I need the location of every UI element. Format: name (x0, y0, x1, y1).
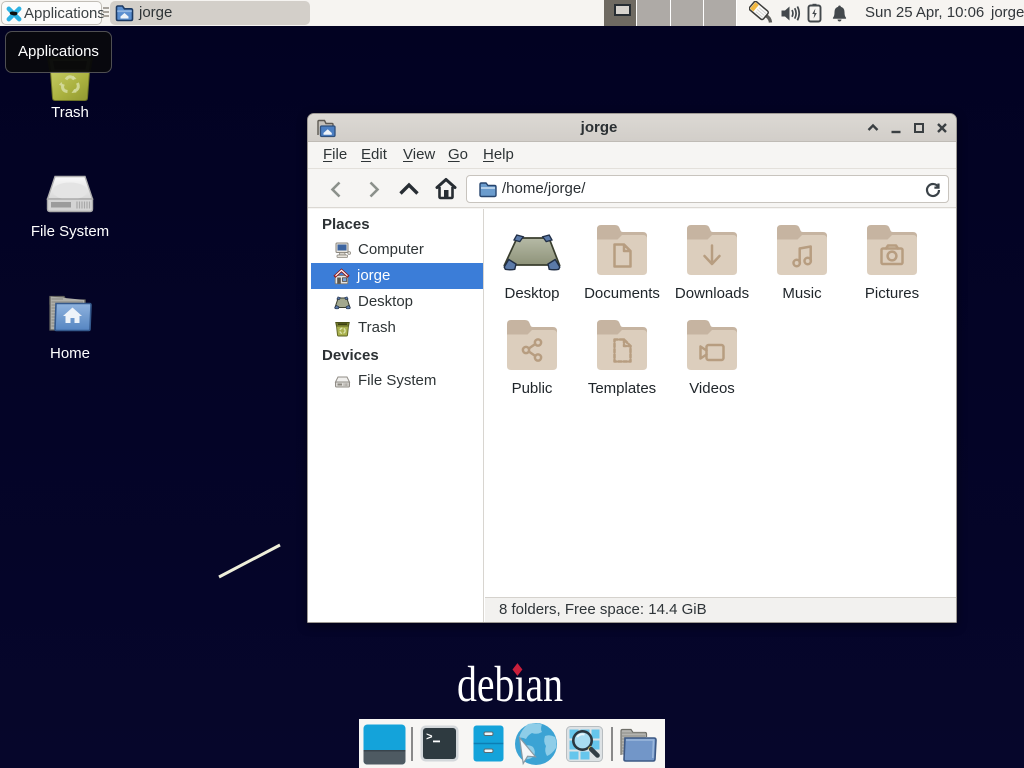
svg-text:>: > (426, 732, 433, 744)
